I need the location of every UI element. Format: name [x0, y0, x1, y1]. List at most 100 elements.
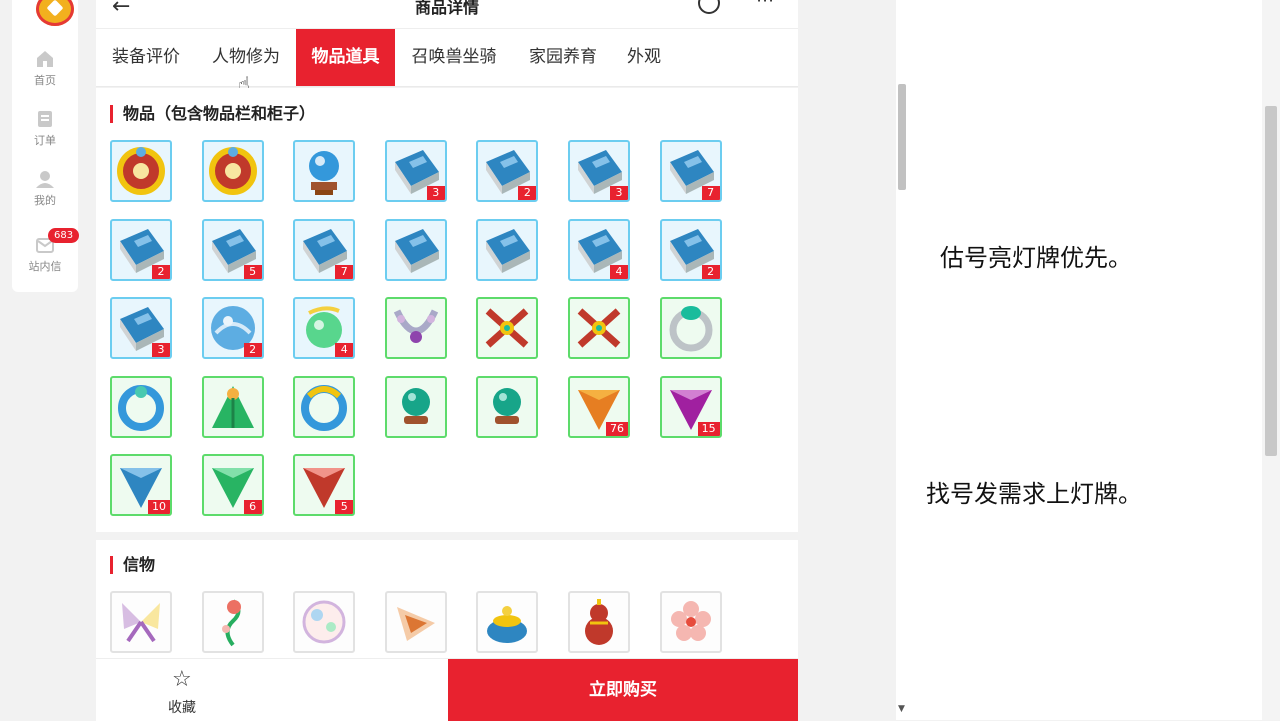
- top-bar: ← 商品详情 ⋯: [96, 0, 798, 29]
- user-icon: [36, 171, 54, 188]
- silver-necklace-icon: [393, 309, 438, 343]
- inventory-item[interactable]: 3: [110, 297, 172, 359]
- inventory-item[interactable]: [476, 375, 539, 438]
- inventory-item[interactable]: [476, 297, 539, 359]
- keepsake-item[interactable]: [201, 591, 264, 653]
- tab-summon-mounts[interactable]: 召唤兽坐骑: [398, 29, 510, 86]
- item-count-badge: 2: [701, 264, 720, 279]
- app-logo[interactable]: [36, 0, 74, 26]
- item-count-badge: 2: [243, 343, 262, 357]
- item-count-badge: 4: [610, 264, 628, 279]
- blossom-icon: [670, 601, 711, 641]
- item-count-badge: 7: [701, 186, 720, 200]
- jade-orb-icon: [401, 387, 430, 424]
- inventory-item[interactable]: [110, 375, 172, 438]
- gold-necklace-icon: [577, 308, 621, 348]
- gold-ring-icon: [208, 147, 257, 195]
- inventory-item[interactable]: [568, 297, 630, 359]
- tab-equipment-review[interactable]: 装备评价: [96, 29, 196, 86]
- inventory-item[interactable]: 6: [201, 454, 264, 516]
- gold-bracelet-icon: [301, 384, 348, 431]
- conch-shell-icon: [396, 607, 435, 641]
- sidebar-item-home[interactable]: 首页: [12, 50, 78, 88]
- favorite-button[interactable]: 收藏: [168, 697, 196, 717]
- keepsake-item[interactable]: [476, 591, 539, 653]
- star-icon[interactable]: ☆: [172, 667, 192, 692]
- inventory-item[interactable]: 2: [476, 140, 539, 202]
- tab-items-props[interactable]: 物品道具: [296, 29, 395, 86]
- inventory-item[interactable]: 76: [568, 375, 630, 438]
- notes-panel: 估号亮灯牌优先。 找号发需求上灯牌。: [908, 0, 1262, 720]
- keepsake-section: 信物: [96, 540, 798, 658]
- left-sidebar: 首页 订单 我的 683 站内信: [12, 0, 80, 292]
- items-section: 物品（包含物品栏和柜子） 3 2 3 7 2 5 7 4 2 3 2 4 76 15 10 6 5: [96, 88, 798, 532]
- treasure-pot-icon: [487, 606, 528, 643]
- blue-bracelet-icon: [118, 384, 164, 431]
- item-count-badge: 76: [606, 421, 628, 436]
- gold-ring-icon: [117, 147, 165, 195]
- jade-ring-icon: [669, 306, 713, 352]
- tab-home-raising[interactable]: 家园养育: [516, 29, 610, 86]
- sidebar-item-label: 我的: [34, 194, 56, 207]
- keepsake-item[interactable]: [659, 591, 722, 653]
- book-icon: [486, 228, 531, 273]
- note-text: 估号亮灯牌优先。: [940, 244, 1132, 272]
- gold-necklace-icon: [486, 308, 529, 348]
- keepsake-item[interactable]: [293, 591, 356, 653]
- item-count-badge: 3: [610, 186, 628, 200]
- inventory-item[interactable]: [110, 140, 172, 202]
- jade-orb-icon: [493, 387, 522, 424]
- more-icon[interactable]: ⋯: [756, 0, 775, 11]
- page-title: 商品详情: [414, 0, 479, 17]
- inventory-item[interactable]: 5: [293, 454, 356, 516]
- inventory-item[interactable]: 4: [568, 218, 630, 281]
- inventory-item[interactable]: [201, 140, 264, 202]
- inventory-item[interactable]: [293, 140, 356, 202]
- bottom-action-bar: ☆ 收藏 立即购买: [96, 658, 798, 721]
- keepsake-item[interactable]: [384, 591, 447, 653]
- item-count-badge: 5: [243, 264, 262, 279]
- tab-appearance[interactable]: 外观: [616, 29, 672, 86]
- inventory-item[interactable]: 2: [201, 297, 264, 359]
- section-title: 信物: [110, 556, 155, 574]
- item-count-badge: 15: [697, 421, 720, 436]
- inventory-item[interactable]: 15: [659, 375, 722, 438]
- scroll-down-arrow-icon[interactable]: ▼: [898, 704, 905, 714]
- right-scrollbar-thumb[interactable]: [1265, 106, 1277, 456]
- inventory-item[interactable]: 5: [201, 218, 264, 281]
- keepsake-item[interactable]: [110, 591, 172, 653]
- inventory-item[interactable]: [384, 297, 447, 359]
- sidebar-item-mine[interactable]: 我的: [12, 170, 78, 208]
- sidebar-item-messages[interactable]: 683 站内信: [12, 228, 80, 274]
- inventory-item[interactable]: [293, 375, 356, 438]
- product-detail-panel: ← 商品详情 ⋯ 装备评价 人物修为 物品道具 召唤兽坐骑 家园养育 外观 ☝ …: [96, 0, 798, 720]
- inventory-item[interactable]: [384, 375, 447, 438]
- item-count-badge: 3: [152, 343, 170, 357]
- inventory-item[interactable]: 7: [659, 140, 722, 202]
- inventory-item[interactable]: 10: [110, 454, 172, 516]
- gourd-icon: [585, 599, 613, 645]
- inventory-item[interactable]: [384, 218, 447, 281]
- inventory-item[interactable]: 7: [293, 218, 356, 281]
- section-title: 物品（包含物品栏和柜子）: [110, 105, 315, 123]
- crystal-orb-icon: [309, 151, 340, 195]
- sidebar-item-label: 站内信: [28, 260, 62, 273]
- inventory-item[interactable]: 4: [293, 297, 356, 359]
- item-count-badge: 2: [152, 264, 170, 279]
- inventory-item[interactable]: [201, 375, 264, 438]
- scrollbar-thumb[interactable]: [898, 84, 906, 190]
- inventory-item[interactable]: 3: [568, 140, 630, 202]
- note-text: 找号发需求上灯牌。: [926, 480, 1142, 508]
- item-count-badge: 7: [335, 264, 354, 279]
- inventory-item[interactable]: 3: [384, 140, 447, 202]
- keepsake-item[interactable]: [568, 591, 630, 653]
- order-icon: [38, 111, 52, 127]
- green-cloak-icon: [211, 385, 254, 428]
- buy-now-button[interactable]: 立即购买: [448, 659, 798, 721]
- sidebar-item-orders[interactable]: 订单: [12, 110, 78, 148]
- inventory-item[interactable]: 2: [659, 218, 722, 281]
- inventory-item[interactable]: [659, 297, 722, 359]
- inventory-item[interactable]: [476, 218, 539, 281]
- inventory-item[interactable]: 2: [110, 218, 172, 281]
- flower-vine-icon: [221, 599, 241, 647]
